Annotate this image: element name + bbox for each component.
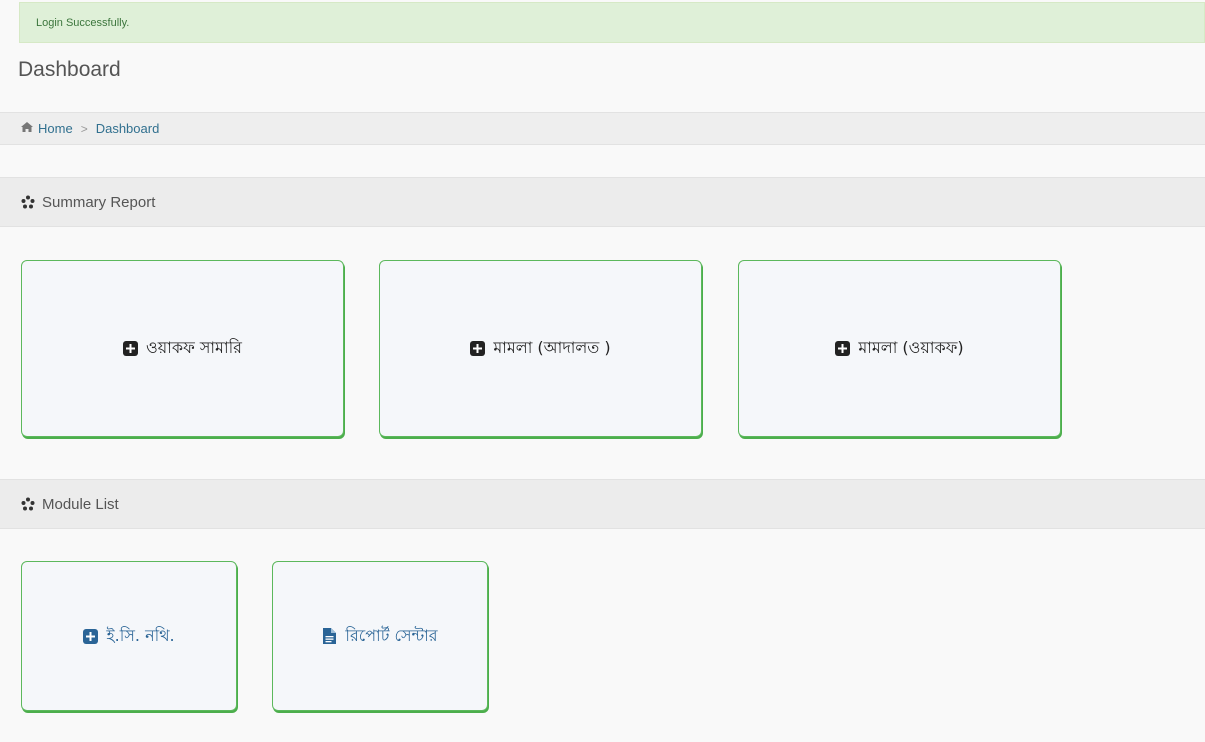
breadcrumb-home-link[interactable]: Home [38,121,73,136]
report-center-card[interactable]: রিপোর্ট সেন্টার [272,561,488,711]
case-court-card[interactable]: মামলা (আদালত ) [379,260,702,437]
plus-square-icon [83,628,99,644]
card-label: ওয়াকফ সামারি [146,338,242,357]
asterisk-icon [21,195,35,209]
case-waqf-card[interactable]: মামলা (ওয়াকফ) [738,260,1061,437]
home-icon [21,122,33,135]
page-title: Dashboard [18,58,121,81]
breadcrumb-current[interactable]: Dashboard [96,121,160,136]
waqf-summary-card[interactable]: ওয়াকফ সামারি [21,260,344,437]
card-label: ই.সি. নথি. [106,625,175,645]
plus-square-icon [123,341,139,356]
success-alert: Login Successfully. [19,2,1205,43]
ec-file-card[interactable]: ই.সি. নথি. [21,561,237,711]
card-label: মামলা (আদালত ) [493,338,611,357]
module-list-header: Module List [0,479,1205,529]
summary-report-header: Summary Report [0,177,1205,227]
asterisk-icon [21,497,35,511]
alert-message: Login Successfully. [36,16,130,29]
breadcrumb-separator: > [80,121,88,136]
plus-square-icon [470,341,486,356]
card-label: রিপোর্ট সেন্টার [345,625,438,645]
breadcrumb: Home > Dashboard [0,112,1205,145]
plus-square-icon [835,341,851,356]
file-text-icon [322,628,337,644]
module-list-title: Module List [42,495,119,513]
summary-report-title: Summary Report [42,193,156,211]
card-label: মামলা (ওয়াকফ) [858,338,964,357]
